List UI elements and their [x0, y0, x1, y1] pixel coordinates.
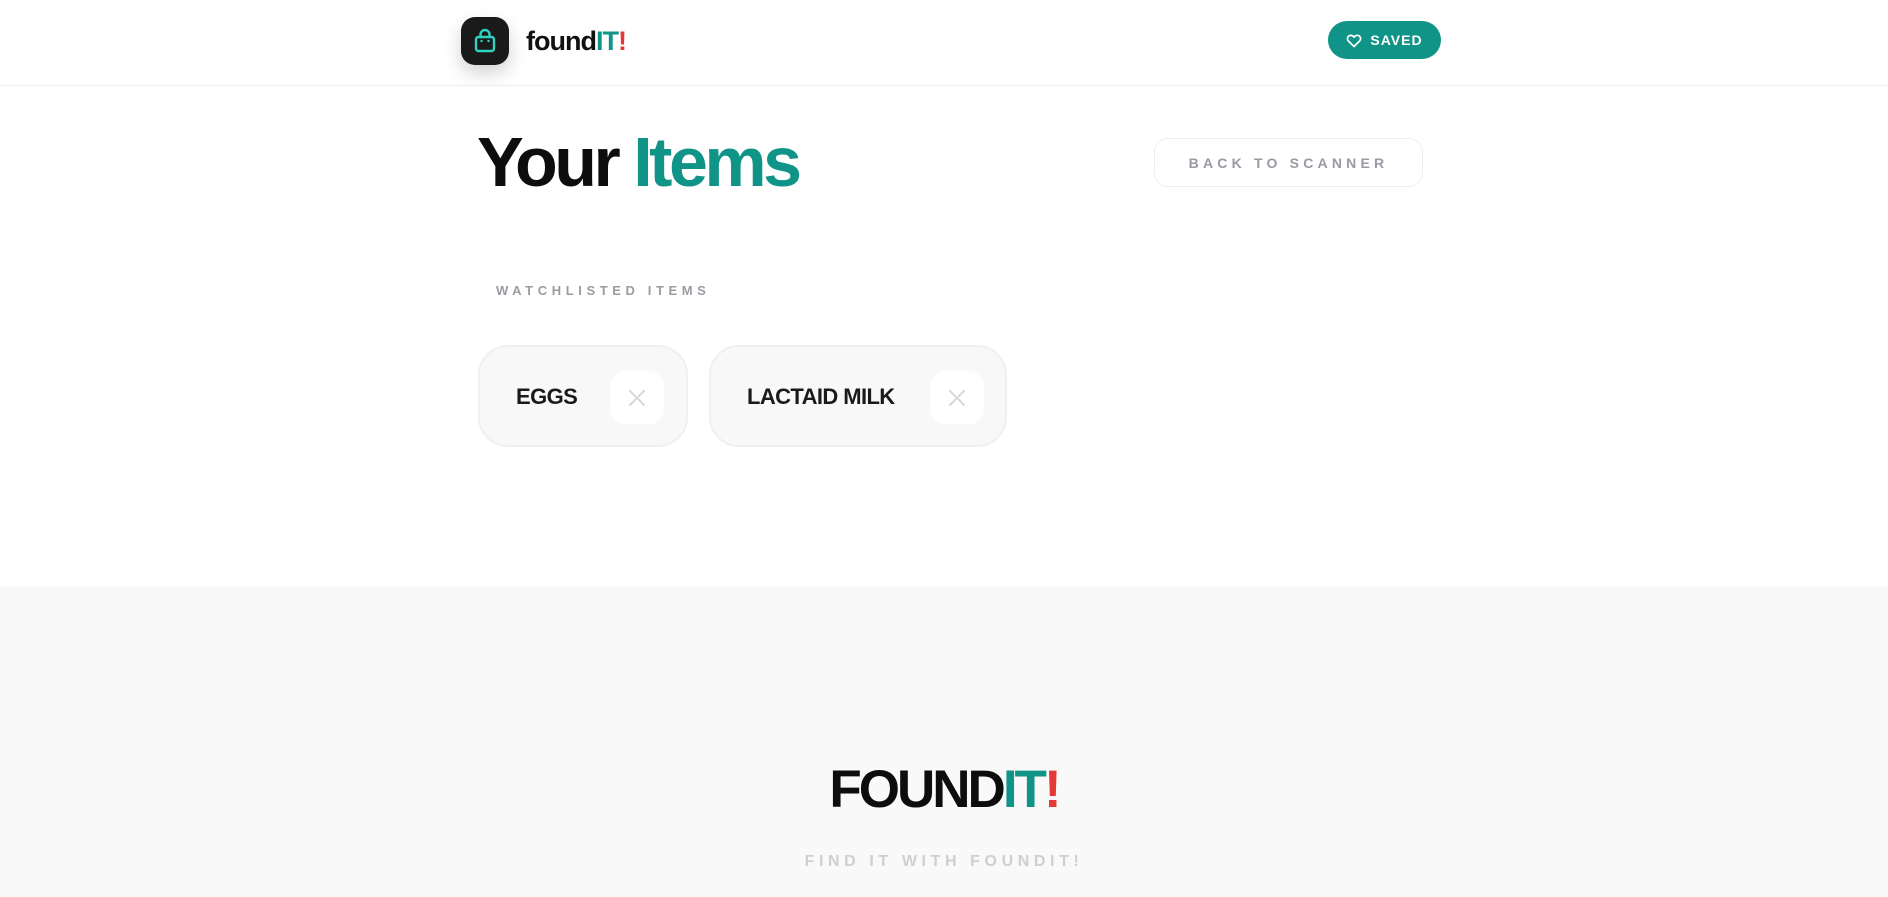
brand-wordmark[interactable]: foundIT!: [526, 24, 627, 58]
top-header: foundIT! SAVED: [0, 0, 1888, 86]
back-to-scanner-button[interactable]: BACK TO SCANNER: [1154, 138, 1423, 187]
logo-badge[interactable]: [461, 17, 509, 65]
footer-brand-it: IT: [1002, 760, 1047, 819]
watchlist-item-label: EGGS: [516, 384, 578, 409]
remove-item-button[interactable]: [930, 371, 984, 424]
page-title-your: Your: [477, 123, 634, 201]
shopping-bag-icon: [474, 28, 496, 53]
brand-part-found: found: [526, 26, 597, 56]
footer-wordmark: FOUNDIT!: [0, 760, 1888, 820]
watchlist-section-label: WATCHLISTED ITEMS: [496, 283, 711, 298]
page-title-items: Items: [633, 123, 802, 201]
close-icon: [629, 389, 645, 406]
watchlist-item: LACTAID MILK: [709, 345, 1007, 447]
saved-button-label: SAVED: [1370, 32, 1423, 48]
footer-brand-exclaim: !: [1043, 760, 1062, 819]
brand-part-it: IT: [595, 26, 619, 56]
watchlist-item-label: LACTAID MILK: [747, 384, 895, 409]
footer-tagline: FIND IT WITH FOUNDIT!: [804, 853, 1084, 870]
footer-brand-found: FOUND: [829, 760, 1005, 819]
page-footer: FOUNDIT! FIND IT WITH FOUNDIT!: [0, 586, 1888, 897]
brand-part-exclaim: !: [617, 26, 627, 56]
remove-item-button[interactable]: [610, 371, 664, 424]
saved-button[interactable]: SAVED: [1328, 21, 1441, 59]
close-icon: [949, 389, 965, 406]
heart-icon: [1346, 33, 1362, 47]
page-title: Your Items: [477, 122, 802, 202]
watchlist-item: EGGS: [478, 345, 688, 447]
